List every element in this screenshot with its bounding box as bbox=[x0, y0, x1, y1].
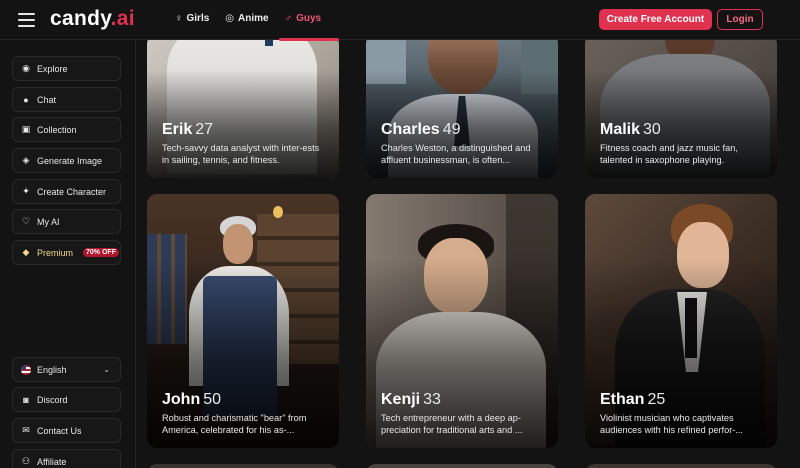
chevron-down-icon: ⌄ bbox=[103, 365, 110, 374]
character-age: 30 bbox=[643, 121, 661, 138]
sidebar-item-explore[interactable]: ◉ Explore bbox=[12, 56, 121, 81]
male-icon: ♂ bbox=[284, 12, 293, 24]
language-select[interactable]: English ⌄ bbox=[12, 357, 121, 382]
contact-icon: ✉ bbox=[22, 425, 30, 435]
character-card-charles[interactable]: Charles 49 Charles Weston, a distinguishe… bbox=[366, 34, 558, 178]
tab-guys[interactable]: ♂ Guys bbox=[285, 13, 322, 24]
affiliate-icon: ⚇ bbox=[21, 456, 31, 466]
create-account-button[interactable]: Create Free Account bbox=[599, 9, 712, 30]
character-card-partial[interactable] bbox=[147, 464, 339, 468]
sidebar-item-generate-image[interactable]: ◈ Generate Image bbox=[12, 148, 121, 173]
sidebar-item-contact-us[interactable]: ✉ Contact Us bbox=[12, 418, 121, 443]
character-description: Robust and charismatic "bear" from Ameri… bbox=[162, 413, 307, 435]
sidebar-item-create-character[interactable]: ✦ Create Character bbox=[12, 179, 121, 204]
character-name: Malik bbox=[600, 121, 641, 138]
character-age: 49 bbox=[442, 121, 461, 138]
wand-icon: ✦ bbox=[22, 186, 30, 196]
sidebar-item-premium[interactable]: ◆ Premium 70% OFF bbox=[12, 240, 121, 265]
image-icon: ◈ bbox=[22, 155, 30, 165]
character-age: 50 bbox=[203, 391, 222, 408]
sidebar: ◉ Explore ● Chat ▣ Collection ◈ Generate Ima… bbox=[0, 40, 136, 468]
collection-icon: ▣ bbox=[21, 124, 31, 134]
character-card-kenji[interactable]: Kenji 33 Tech entrepreneur with a deep ap… bbox=[366, 194, 558, 448]
character-age: 27 bbox=[195, 121, 214, 138]
discord-icon: ◙ bbox=[23, 394, 29, 405]
character-card-erik[interactable]: Erik 27 Tech-savvy data analyst with inte… bbox=[147, 34, 339, 178]
diamond-icon: ◆ bbox=[22, 247, 30, 257]
character-card-malik[interactable]: Malik 30 Fitness coach and jazz music fan… bbox=[585, 34, 777, 178]
character-description: Tech entrepreneur with a deep ap-preciat… bbox=[381, 413, 523, 435]
character-card-ethan[interactable]: Ethan 25 Violinist musician who captivate… bbox=[585, 194, 777, 448]
tab-girls[interactable]: ♀ Girls bbox=[175, 13, 209, 24]
sidebar-item-chat[interactable]: ● Chat bbox=[12, 87, 121, 112]
sidebar-item-discord[interactable]: ◙ Discord bbox=[12, 387, 121, 412]
character-description: Fitness coach and jazz music fan, talent… bbox=[600, 143, 738, 165]
tab-anime[interactable]: ◎ Anime bbox=[225, 13, 268, 24]
login-button[interactable]: Login bbox=[717, 9, 763, 30]
active-tab-indicator bbox=[279, 38, 339, 41]
category-nav: ♀ Girls ◎ Anime ♂ Guys bbox=[175, 13, 321, 24]
character-name: John bbox=[162, 391, 201, 408]
character-name: Kenji bbox=[381, 391, 421, 408]
character-card-partial[interactable] bbox=[366, 464, 558, 468]
sidebar-item-affiliate[interactable]: ⚇ Affiliate bbox=[12, 449, 121, 468]
sidebar-item-collection[interactable]: ▣ Collection bbox=[12, 117, 121, 142]
female-icon: ♀ bbox=[175, 12, 183, 24]
character-description: Charles Weston, a distinguished and affl… bbox=[381, 143, 531, 165]
menu-icon[interactable] bbox=[18, 13, 35, 27]
character-name: Charles bbox=[381, 121, 440, 138]
character-name: Erik bbox=[162, 121, 193, 138]
compass-icon: ◉ bbox=[22, 63, 30, 73]
anime-icon: ◎ bbox=[225, 12, 235, 24]
character-age: 25 bbox=[647, 391, 666, 408]
character-card-partial[interactable] bbox=[585, 464, 777, 468]
logo[interactable]: candy.ai bbox=[50, 7, 135, 31]
character-description: Tech-savvy data analyst with inter-ests … bbox=[162, 143, 320, 165]
character-name: Ethan bbox=[600, 391, 645, 408]
sidebar-item-my-ai[interactable]: ♡ My AI bbox=[12, 209, 121, 234]
discount-badge: 70% OFF bbox=[83, 248, 119, 257]
heart-icon: ♡ bbox=[21, 216, 31, 226]
chat-icon: ● bbox=[23, 94, 29, 105]
top-header: candy.ai ♀ Girls ◎ Anime ♂ Guys Create Free… bbox=[0, 0, 800, 41]
us-flag-icon bbox=[21, 364, 31, 375]
character-description: Violinist musician who captivates audien… bbox=[600, 413, 743, 435]
character-card-john[interactable]: John 50 Robust and charismatic "bear" fro… bbox=[147, 194, 339, 448]
character-age: 33 bbox=[423, 391, 441, 408]
